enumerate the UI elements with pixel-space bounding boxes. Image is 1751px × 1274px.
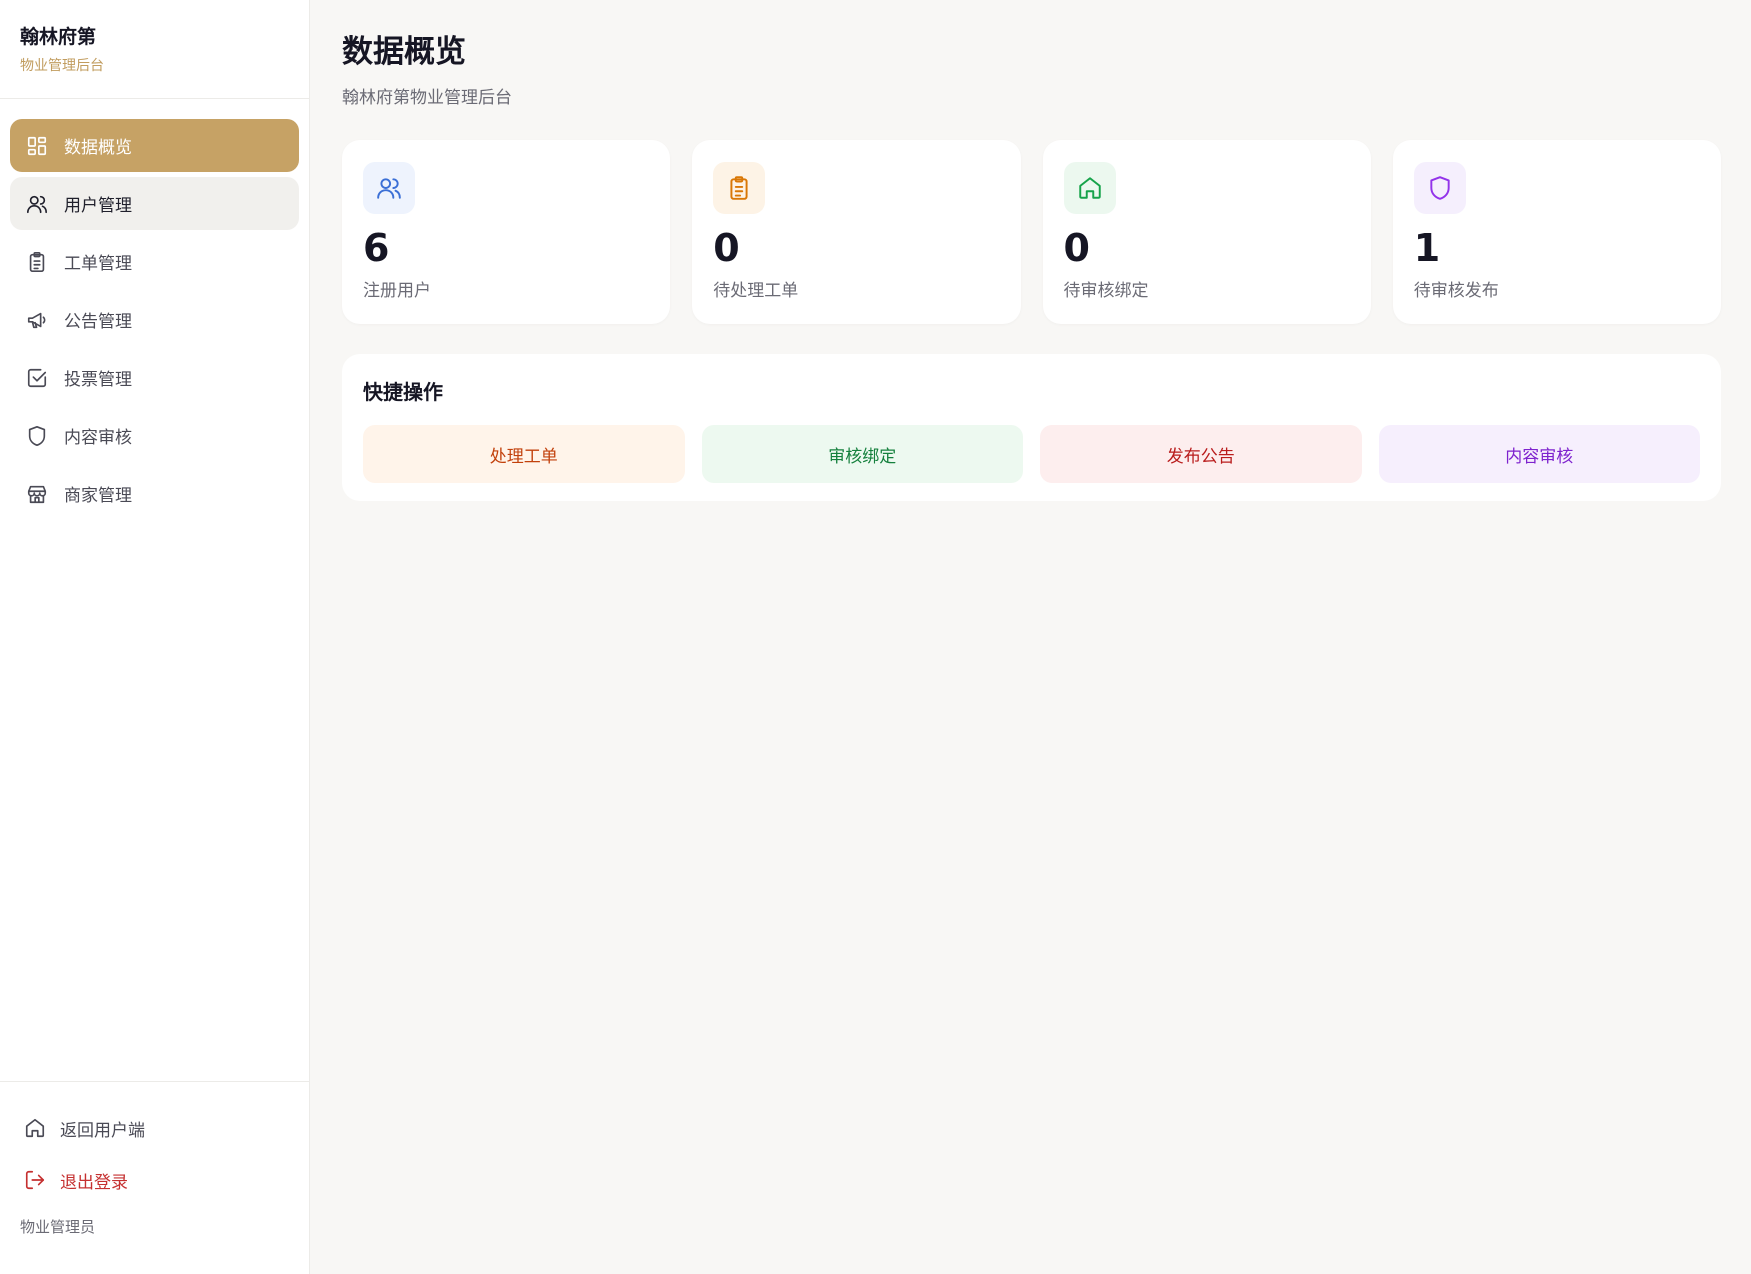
sidebar-item-label: 用户管理 — [64, 196, 132, 216]
back-to-user-label: 返回用户端 — [60, 1120, 145, 1141]
app-root: 翰林府第 物业管理后台 数据概览 用户管理 工单管理 公告管理 投票管理 内容审… — [0, 0, 1751, 1274]
quick-actions-panel: 快捷操作 处理工单 审核绑定 发布公告 内容审核 — [342, 354, 1721, 501]
quick-actions-title: 快捷操作 — [363, 380, 443, 404]
users-icon — [363, 162, 415, 214]
stat-value: 6 — [363, 226, 390, 270]
users-icon — [26, 193, 48, 215]
quick-actions-row: 处理工单 审核绑定 发布公告 内容审核 — [363, 425, 1700, 483]
store-icon — [26, 483, 48, 505]
back-to-user-button[interactable]: 返回用户端 — [10, 1102, 299, 1154]
shield-icon — [1413, 162, 1466, 214]
sidebar: 翰林府第 物业管理后台 数据概览 用户管理 工单管理 公告管理 投票管理 内容审… — [0, 0, 310, 1274]
sidebar-item-users[interactable]: 用户管理 — [10, 177, 299, 230]
stat-label: 待审核绑定 — [1063, 280, 1149, 301]
sidebar-item-content-review[interactable]: 内容审核 — [10, 409, 299, 462]
logout-label: 退出登录 — [60, 1172, 128, 1193]
logout-button[interactable]: 退出登录 — [10, 1154, 299, 1206]
stat-label: 注册用户 — [363, 280, 431, 301]
handle-workorder-button[interactable]: 处理工单 — [363, 425, 685, 483]
sidebar-item-workorders[interactable]: 工单管理 — [10, 235, 299, 288]
clipboard-icon — [26, 251, 48, 273]
stat-value: 0 — [1063, 226, 1090, 270]
sidebar-item-voting[interactable]: 投票管理 — [10, 351, 299, 404]
stats-row: 6 注册用户 0 待处理工单 0 待审核绑定 1 待审核发布 — [342, 140, 1721, 324]
home-icon — [1063, 162, 1116, 214]
sidebar-item-label: 工单管理 — [64, 254, 132, 274]
shield-icon — [26, 425, 48, 447]
sidebar-footer: 返回用户端 退出登录 物业管理员 — [0, 1081, 309, 1274]
user-role: 物业管理员 — [20, 1218, 96, 1236]
dashboard-icon — [26, 135, 48, 157]
brand-name: 翰林府第 — [20, 26, 97, 48]
publish-announcement-button[interactable]: 发布公告 — [1040, 425, 1362, 483]
sidebar-item-label: 公告管理 — [64, 312, 132, 332]
content-review-button[interactable]: 内容审核 — [1378, 425, 1700, 483]
page-subtitle: 翰林府第物业管理后台 — [342, 88, 512, 108]
brand: 翰林府第 物业管理后台 — [0, 0, 309, 99]
stat-card-workorders: 0 待处理工单 — [692, 140, 1021, 324]
home-icon — [24, 1117, 46, 1139]
clipboard-icon — [713, 162, 766, 214]
stat-label: 待审核发布 — [1413, 280, 1499, 301]
sidebar-nav: 数据概览 用户管理 工单管理 公告管理 投票管理 内容审核 商家管理 — [0, 99, 309, 540]
stat-card-users: 6 注册用户 — [342, 140, 671, 324]
sidebar-item-announcements[interactable]: 公告管理 — [10, 293, 299, 346]
stat-value: 0 — [713, 226, 740, 270]
brand-subtitle: 物业管理后台 — [20, 58, 104, 74]
sidebar-item-label: 投票管理 — [64, 370, 132, 390]
sidebar-item-dashboard[interactable]: 数据概览 — [10, 119, 299, 172]
stat-label: 待处理工单 — [713, 280, 799, 301]
megaphone-icon — [26, 309, 48, 331]
sidebar-item-label: 数据概览 — [64, 138, 132, 158]
stat-card-publications: 1 待审核发布 — [1392, 140, 1721, 324]
page-title: 数据概览 — [342, 34, 466, 70]
review-binding-button[interactable]: 审核绑定 — [701, 425, 1023, 483]
main-content: 数据概览 翰林府第物业管理后台 6 注册用户 0 待处理工单 0 待审核绑定 1… — [310, 0, 1751, 1274]
logout-icon — [24, 1169, 46, 1191]
sidebar-item-merchants[interactable]: 商家管理 — [10, 467, 299, 520]
sidebar-item-label: 商家管理 — [64, 486, 132, 506]
sidebar-item-label: 内容审核 — [64, 428, 132, 448]
stat-card-bindings: 0 待审核绑定 — [1042, 140, 1371, 324]
checkbox-icon — [26, 367, 48, 389]
stat-value: 1 — [1413, 226, 1441, 270]
